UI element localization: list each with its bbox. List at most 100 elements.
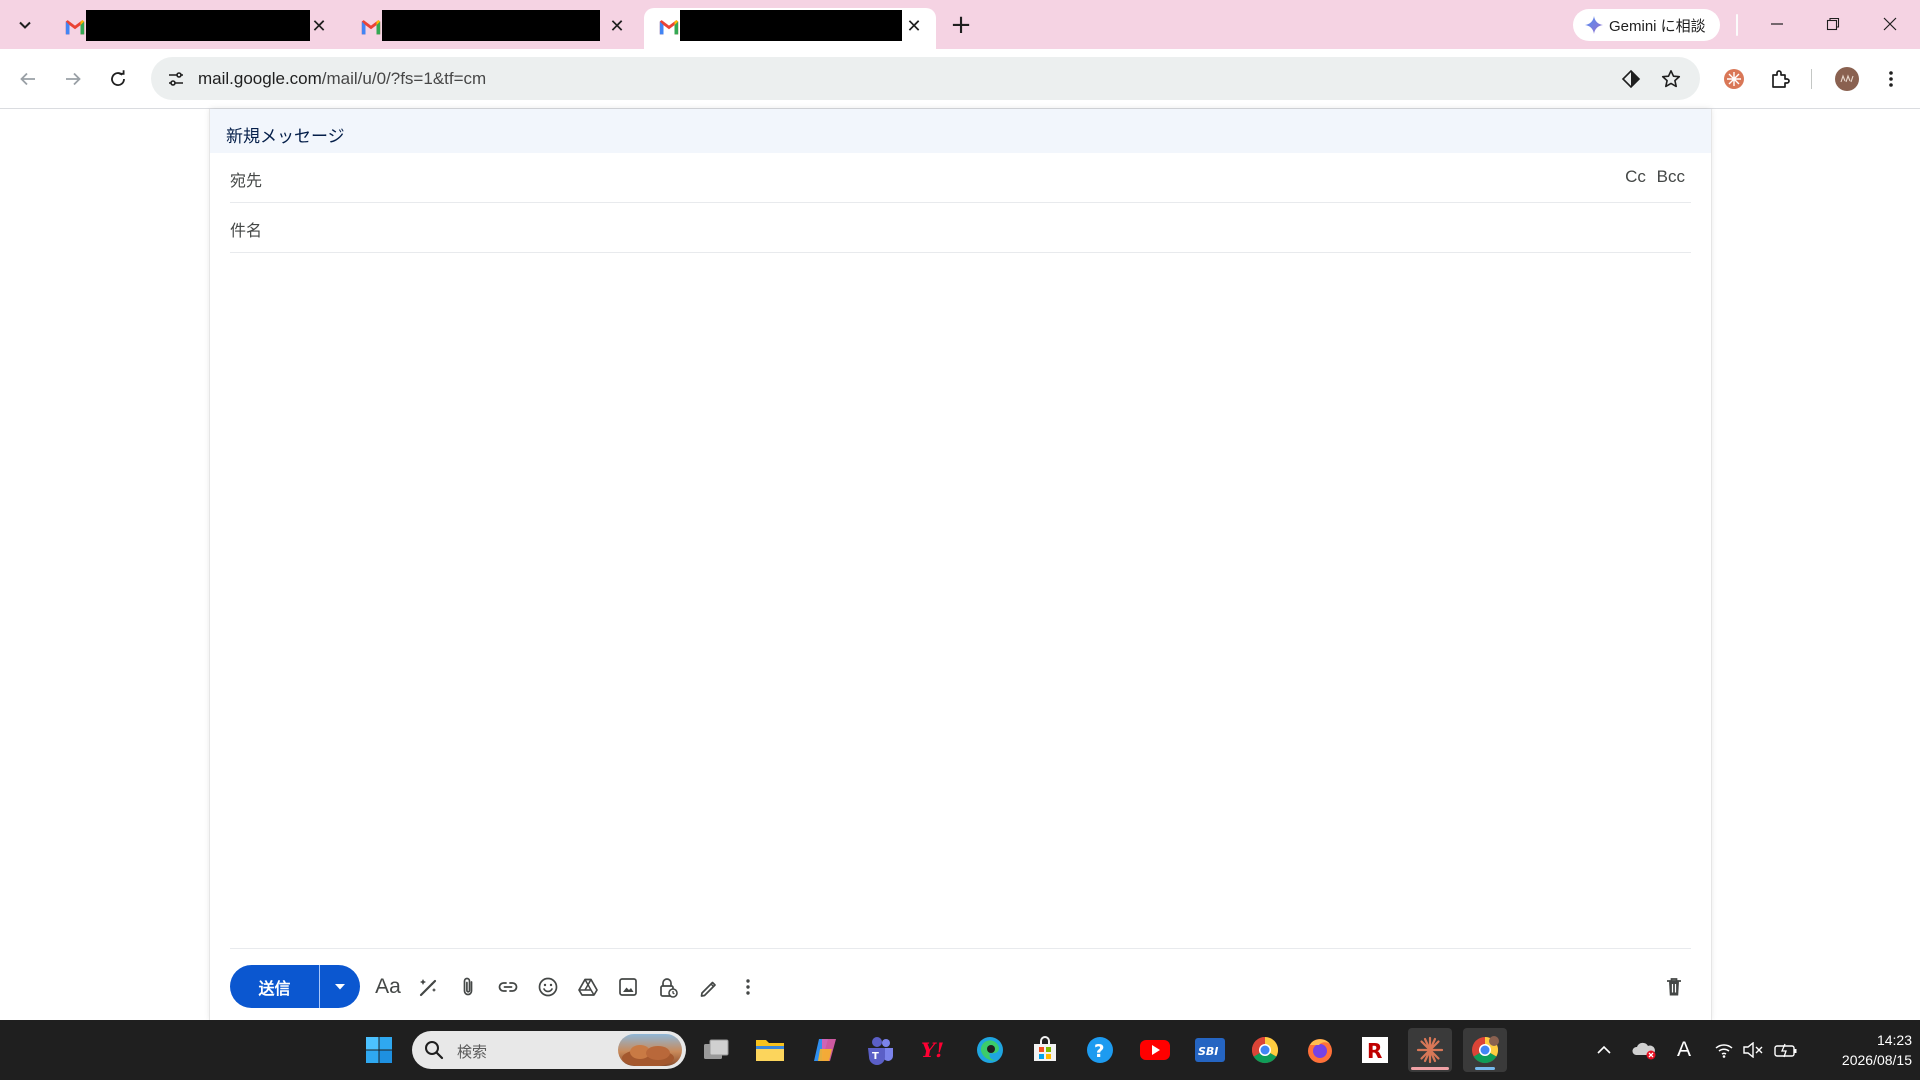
- subject-placeholder: 件名: [230, 221, 263, 240]
- google-drive-icon[interactable]: [572, 971, 604, 1003]
- gmail-icon: [65, 20, 85, 35]
- wifi-icon[interactable]: [1708, 1034, 1740, 1066]
- gemini-button[interactable]: Gemini に相談: [1573, 9, 1720, 41]
- insert-signature-icon[interactable]: [692, 971, 724, 1003]
- new-tab-button[interactable]: +: [946, 10, 976, 40]
- firefox-icon[interactable]: [1298, 1028, 1342, 1072]
- url-path: /mail/u/0/?fs=1&tf=cm: [321, 69, 487, 88]
- restore-window-button[interactable]: [1805, 0, 1861, 48]
- close-tab-icon[interactable]: ✕: [901, 13, 927, 39]
- extensions-puzzle-icon[interactable]: [1763, 62, 1797, 96]
- clock-time: 14:23: [1876, 1032, 1912, 1048]
- microsoft-store-icon[interactable]: [1023, 1028, 1067, 1072]
- tab-search-chevron-icon[interactable]: [10, 10, 40, 40]
- close-tab-icon[interactable]: ✕: [306, 13, 332, 39]
- url-host: mail.google.com: [198, 69, 322, 88]
- clock-date: 2026/08/15: [1841, 1052, 1912, 1068]
- arrow-left-icon: [20, 72, 35, 86]
- gmail-icon: [659, 20, 679, 35]
- running-indicator: [1411, 1067, 1449, 1070]
- back-button[interactable]: [11, 62, 45, 96]
- bookmark-star-icon[interactable]: [1654, 62, 1688, 96]
- close-tab-icon[interactable]: ✕: [604, 13, 630, 39]
- redacted-tab-title: [680, 10, 902, 41]
- confidential-mode-icon[interactable]: [652, 971, 684, 1003]
- google-lens-icon[interactable]: [1614, 62, 1648, 96]
- magic-write-icon[interactable]: [412, 971, 444, 1003]
- forward-button[interactable]: [56, 62, 90, 96]
- formatting-options-icon[interactable]: Aa: [372, 971, 404, 1003]
- claude-app-icon[interactable]: [1408, 1028, 1452, 1072]
- compose-header: 新規メッセージ: [210, 109, 1711, 153]
- windows-start-button[interactable]: [357, 1028, 401, 1072]
- windows-taskbar: 検索 T Y! ? SBI R A 14:23 2026/08/15: [0, 1020, 1920, 1080]
- onedrive-status-icon[interactable]: [1628, 1034, 1660, 1066]
- svg-text:SBI: SBI: [1198, 1045, 1218, 1058]
- browser-tab-2[interactable]: ✕: [346, 8, 632, 49]
- redacted-tab-title: [86, 10, 310, 41]
- subject-field[interactable]: 件名: [230, 203, 1691, 253]
- attach-file-icon[interactable]: [452, 971, 484, 1003]
- chrome-menu-icon[interactable]: [1874, 62, 1908, 96]
- copilot-icon[interactable]: [803, 1028, 847, 1072]
- show-hidden-icons-chevron-icon[interactable]: [1588, 1034, 1620, 1066]
- svg-text:R: R: [1367, 1039, 1382, 1063]
- browser-tab-3-active[interactable]: ✕: [644, 8, 936, 49]
- active-window-indicator: [1475, 1067, 1495, 1070]
- insert-link-icon[interactable]: [492, 971, 524, 1003]
- cc-link[interactable]: Cc: [1625, 167, 1646, 186]
- svg-text:T: T: [872, 1051, 879, 1062]
- svg-text:Y!: Y!: [921, 1038, 944, 1062]
- taskbar-search-box[interactable]: 検索: [412, 1031, 686, 1069]
- battery-charging-icon[interactable]: [1770, 1034, 1802, 1066]
- yahoo-japan-icon[interactable]: Y!: [913, 1028, 957, 1072]
- teams-icon[interactable]: T: [858, 1028, 902, 1072]
- claude-extension-icon[interactable]: [1717, 62, 1751, 96]
- file-explorer-icon[interactable]: [748, 1028, 792, 1072]
- rakuten-icon[interactable]: R: [1353, 1028, 1397, 1072]
- search-highlight-image: [618, 1034, 682, 1066]
- gemini-sparkle-icon: [1585, 16, 1603, 34]
- bcc-link[interactable]: Bcc: [1657, 167, 1685, 186]
- compose-window: 新規メッセージ 宛先 Cc Bcc 件名 送信 Aa: [210, 109, 1711, 1020]
- microsoft-edge-icon[interactable]: [968, 1028, 1012, 1072]
- browser-tab-1[interactable]: ✕: [50, 8, 336, 49]
- get-help-icon[interactable]: ?: [1078, 1028, 1122, 1072]
- to-field[interactable]: 宛先 Cc Bcc: [230, 153, 1691, 203]
- discard-draft-trash-icon[interactable]: [1658, 971, 1690, 1003]
- gmail-icon: [361, 20, 381, 35]
- reload-button[interactable]: [101, 62, 135, 96]
- svg-text:?: ?: [1094, 1041, 1104, 1062]
- insert-photo-icon[interactable]: [612, 971, 644, 1003]
- more-options-icon[interactable]: [732, 971, 764, 1003]
- sbi-securities-icon[interactable]: SBI: [1188, 1028, 1232, 1072]
- to-label: 宛先: [230, 171, 263, 190]
- cc-bcc-links: Cc Bcc: [1619, 167, 1685, 187]
- send-button-group: 送信: [230, 965, 360, 1008]
- google-chrome-icon[interactable]: [1243, 1028, 1287, 1072]
- browser-tab-strip: ✕ ✕ ✕ + Gemini に相談: [0, 0, 1920, 49]
- more-send-options-button[interactable]: [320, 965, 360, 1008]
- site-info-icon[interactable]: [159, 62, 193, 96]
- volume-muted-icon[interactable]: [1737, 1034, 1769, 1066]
- toolbar-divider: [1811, 69, 1812, 89]
- browser-toolbar: mail.google.com/mail/u/0/?fs=1&tf=cm: [0, 49, 1920, 109]
- gemini-button-label: Gemini に相談: [1609, 17, 1706, 35]
- system-clock[interactable]: 14:23 2026/08/15: [1812, 1030, 1912, 1070]
- compose-bottom-divider: [230, 948, 1691, 949]
- task-view-button[interactable]: [694, 1028, 738, 1072]
- url-text: mail.google.com/mail/u/0/?fs=1&tf=cm: [198, 69, 486, 89]
- ime-mode-text: A: [1676, 1038, 1691, 1061]
- minimize-window-button[interactable]: [1749, 0, 1805, 48]
- address-bar[interactable]: mail.google.com/mail/u/0/?fs=1&tf=cm: [151, 57, 1700, 100]
- profile-avatar[interactable]: [1830, 62, 1864, 96]
- send-button[interactable]: 送信: [230, 965, 319, 1008]
- search-icon: [425, 1041, 444, 1060]
- insert-emoji-icon[interactable]: [532, 971, 564, 1003]
- chrome-profile-icon[interactable]: [1463, 1028, 1507, 1072]
- youtube-icon[interactable]: [1133, 1028, 1177, 1072]
- caret-down-icon: [335, 983, 345, 989]
- message-body[interactable]: [230, 254, 1691, 854]
- ime-mode-indicator[interactable]: A: [1668, 1034, 1700, 1066]
- close-window-button[interactable]: [1862, 0, 1918, 48]
